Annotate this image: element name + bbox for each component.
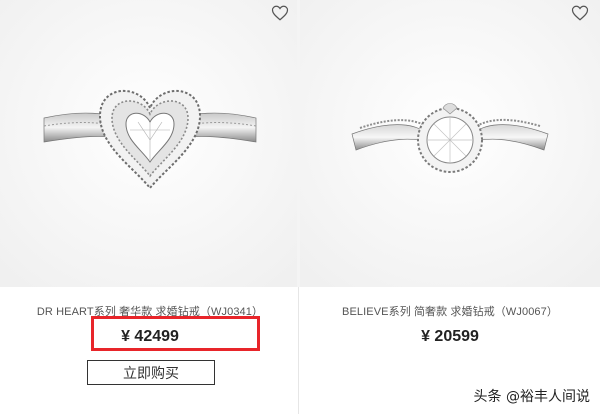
product-image[interactable] <box>0 0 300 287</box>
watermark: 头条 @裕丰人间说 <box>474 386 590 406</box>
product-card-believe[interactable]: BELIEVE系列 简奢款 求婚钻戒（WJ0067） ¥ 20599 <box>300 0 600 414</box>
watermark-text: 头条 @裕丰人间说 <box>473 389 590 405</box>
heart-diamond-ring-image <box>0 0 297 287</box>
buy-now-button[interactable]: 立即购买 <box>87 360 215 385</box>
favorite-heart-icon[interactable] <box>271 4 289 22</box>
solitaire-diamond-ring-image <box>300 0 600 287</box>
product-price: ¥ 42499 <box>121 328 179 345</box>
product-grid: DR HEART系列 奢华款 求婚钻戒（WJ0341） ¥ 42499 立即购买 <box>0 0 600 414</box>
product-image[interactable] <box>300 0 600 287</box>
product-title[interactable]: DR HEART系列 奢华款 求婚钻戒（WJ0341） <box>0 303 300 319</box>
product-card-dr-heart[interactable]: DR HEART系列 奢华款 求婚钻戒（WJ0341） ¥ 42499 立即购买 <box>0 0 300 414</box>
favorite-heart-icon[interactable] <box>571 4 589 22</box>
product-price: ¥ 20599 <box>421 328 479 345</box>
product-title[interactable]: BELIEVE系列 简奢款 求婚钻戒（WJ0067） <box>300 303 600 319</box>
